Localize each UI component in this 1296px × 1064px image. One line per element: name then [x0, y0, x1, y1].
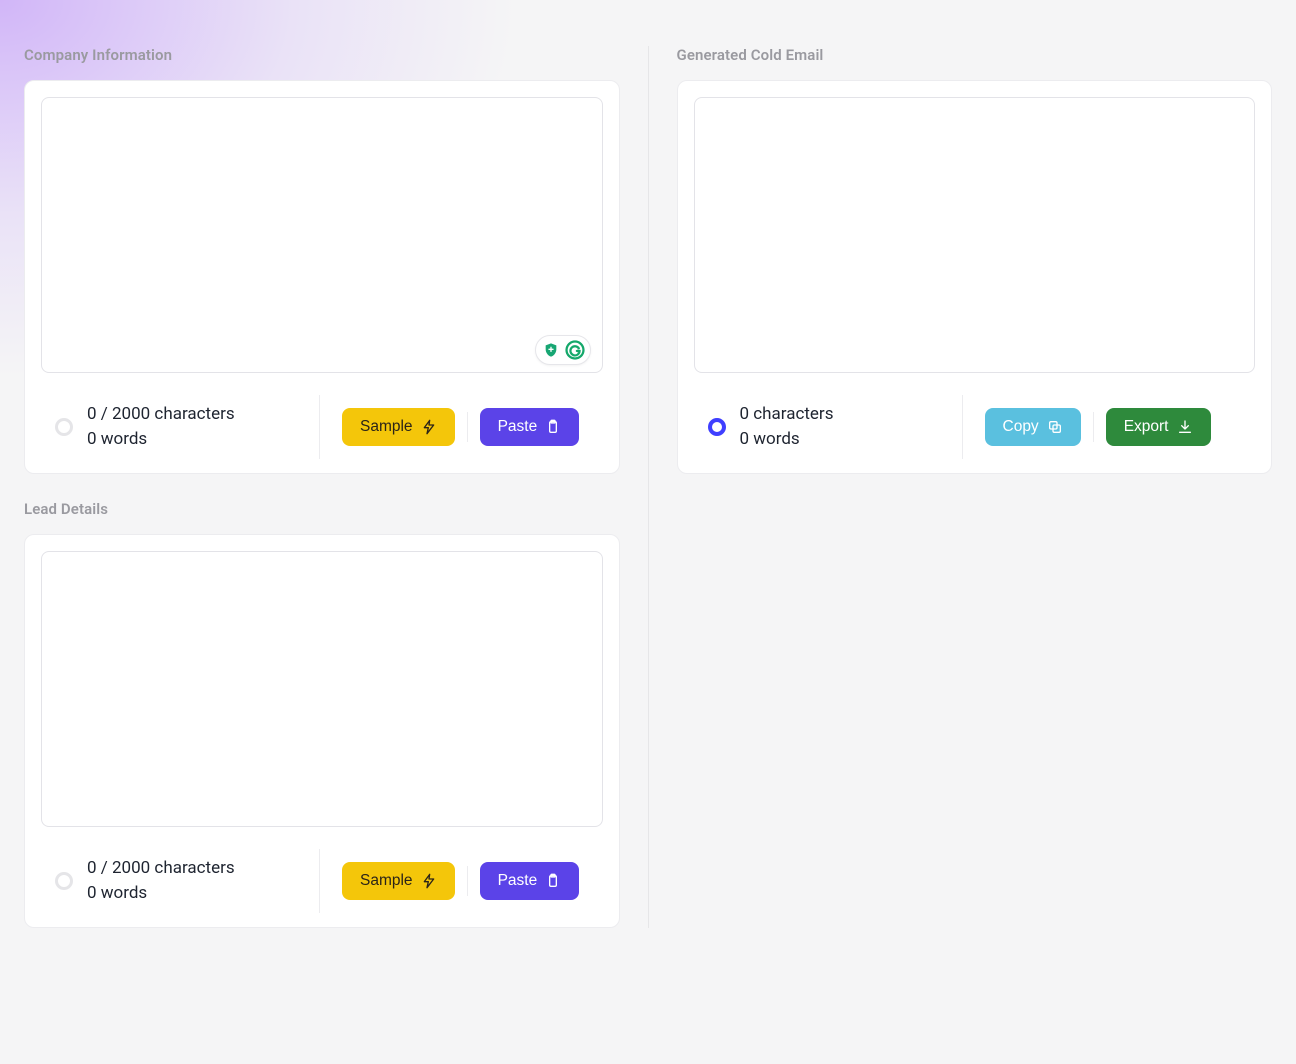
lightning-icon — [421, 419, 437, 435]
button-separator — [467, 866, 468, 896]
lead-footer: 0 / 2000 characters 0 words Sample Paste — [41, 849, 603, 913]
page-root: Company Information — [0, 0, 1296, 968]
footer-separator — [319, 395, 320, 459]
company-buttons: Sample Paste — [342, 408, 579, 446]
button-separator — [467, 412, 468, 442]
lead-stats: 0 / 2000 characters 0 words — [41, 856, 311, 905]
copy-button[interactable]: Copy — [985, 408, 1081, 446]
copy-button-label: Copy — [1003, 419, 1039, 435]
lead-stats-text: 0 / 2000 characters 0 words — [87, 856, 235, 905]
company-footer: 0 / 2000 characters 0 words Sample Paste — [41, 395, 603, 459]
company-char-count: 0 / 2000 characters — [87, 402, 235, 427]
lead-char-count: 0 / 2000 characters — [87, 856, 235, 881]
left-column: Company Information — [24, 0, 620, 928]
clipboard-icon — [545, 419, 561, 435]
output-status-dot — [708, 418, 726, 436]
right-column: Generated Cold Email 0 characters 0 word… — [677, 0, 1273, 928]
output-card: 0 characters 0 words Copy — [677, 80, 1273, 474]
output-textarea-wrap — [694, 97, 1256, 377]
company-sample-button[interactable]: Sample — [342, 408, 455, 446]
output-char-count: 0 characters — [740, 402, 834, 427]
company-stats-text: 0 / 2000 characters 0 words — [87, 402, 235, 451]
lead-sample-button[interactable]: Sample — [342, 862, 455, 900]
shield-plus-icon[interactable] — [540, 339, 562, 361]
lead-textarea[interactable] — [41, 551, 603, 827]
output-buttons: Copy Export — [985, 408, 1211, 446]
footer-separator — [319, 849, 320, 913]
company-word-count: 0 words — [87, 427, 235, 452]
lead-textarea-wrap — [41, 551, 603, 831]
lead-word-count: 0 words — [87, 881, 235, 906]
company-status-dot — [55, 418, 73, 436]
company-paste-button[interactable]: Paste — [480, 408, 580, 446]
copy-icon — [1047, 419, 1063, 435]
footer-separator — [962, 395, 963, 459]
clipboard-icon — [545, 873, 561, 889]
lead-section-label: Lead Details — [24, 500, 620, 518]
paste-button-label: Paste — [498, 419, 538, 435]
company-section-label: Company Information — [24, 46, 620, 64]
column-divider — [648, 46, 649, 928]
lead-status-dot — [55, 872, 73, 890]
company-card: 0 / 2000 characters 0 words Sample Paste — [24, 80, 620, 474]
export-button[interactable]: Export — [1106, 408, 1211, 446]
output-footer: 0 characters 0 words Copy — [694, 395, 1256, 459]
output-textarea[interactable] — [694, 97, 1256, 373]
button-separator — [1093, 412, 1094, 442]
output-section-label: Generated Cold Email — [677, 46, 1273, 64]
company-textarea[interactable] — [41, 97, 603, 373]
output-stats: 0 characters 0 words — [694, 402, 954, 451]
sample-button-label: Sample — [360, 419, 413, 435]
output-stats-text: 0 characters 0 words — [740, 402, 834, 451]
export-button-label: Export — [1124, 419, 1169, 435]
output-word-count: 0 words — [740, 427, 834, 452]
paste-button-label: Paste — [498, 873, 538, 889]
download-icon — [1177, 419, 1193, 435]
lightning-icon — [421, 873, 437, 889]
lead-buttons: Sample Paste — [342, 862, 579, 900]
lead-paste-button[interactable]: Paste — [480, 862, 580, 900]
sample-button-label: Sample — [360, 873, 413, 889]
grammarly-icon[interactable] — [564, 339, 586, 361]
company-stats: 0 / 2000 characters 0 words — [41, 402, 311, 451]
company-textarea-wrap — [41, 97, 603, 377]
lead-card: 0 / 2000 characters 0 words Sample Paste — [24, 534, 620, 928]
grammar-badges — [535, 335, 591, 365]
